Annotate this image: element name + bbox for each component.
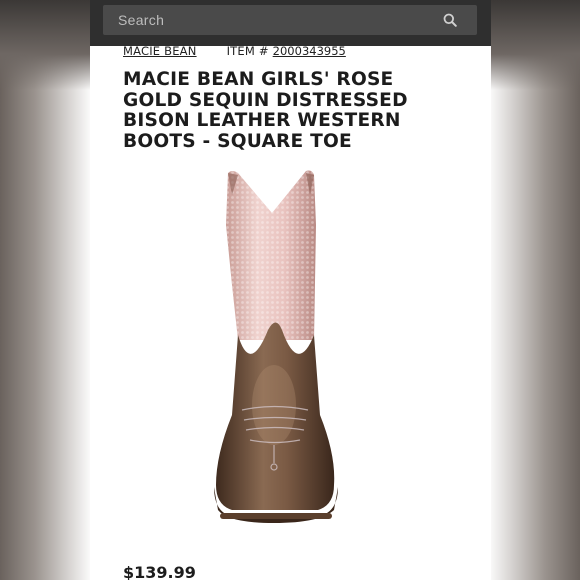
- search-icon[interactable]: [443, 13, 457, 27]
- brand-link[interactable]: MACIE BEAN: [123, 44, 197, 58]
- boot-image: [214, 170, 338, 523]
- item-number-link[interactable]: 2000343955: [273, 44, 346, 58]
- product-price: $139.99: [123, 563, 196, 580]
- product-title: MACIE BEAN GIRLS' ROSE GOLD SEQUIN DISTR…: [123, 69, 408, 152]
- product-page: MACIE BEAN ITEM # 2000343955 MACIE BEAN …: [90, 0, 491, 580]
- search-input[interactable]: [118, 12, 418, 28]
- product-meta: MACIE BEAN ITEM # 2000343955: [123, 43, 346, 59]
- product-image[interactable]: [210, 165, 360, 535]
- item-label: ITEM #: [226, 44, 269, 58]
- site-header: [90, 0, 491, 46]
- search-bar[interactable]: [103, 5, 477, 35]
